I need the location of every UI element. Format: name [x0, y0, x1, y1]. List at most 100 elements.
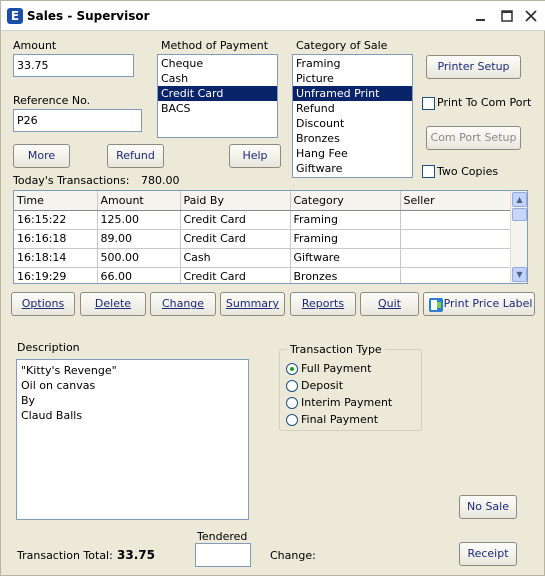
receipt-button[interactable]: Receipt — [459, 542, 517, 566]
todays-transactions-label: Today's Transactions: — [13, 174, 130, 187]
column-header[interactable]: Paid By — [180, 191, 291, 211]
table-cell: Bronzes — [290, 267, 401, 283]
transaction-type-radio[interactable] — [286, 380, 298, 392]
table-cell: Credit Card — [180, 229, 291, 249]
summary-button-label: Summary — [225, 297, 280, 310]
transaction-total-value: 33.75 — [117, 548, 155, 562]
transaction-type-radio[interactable] — [286, 363, 298, 375]
tendered-field[interactable] — [195, 543, 251, 567]
table-cell: 16:19:29 — [14, 267, 98, 283]
table-cell: 500.00 — [97, 248, 181, 268]
table-cell: Credit Card — [180, 210, 291, 230]
options-button-label: Options — [21, 297, 65, 310]
category-option[interactable]: Discount — [293, 116, 412, 131]
transactions-grid[interactable]: Time Amount Paid By Category Seller 16:15:22… — [13, 190, 528, 284]
payment-method-label: Method of Payment — [161, 39, 269, 52]
close-icon[interactable] — [523, 8, 539, 24]
table-cell: 16:18:14 — [14, 248, 98, 268]
sales-window: E Sales - Supervisor Amount 33.75 Refere… — [0, 0, 545, 576]
table-cell: 66.00 — [97, 267, 181, 283]
category-option[interactable]: Framing — [293, 56, 412, 71]
payment-method-list[interactable]: Cheque Cash Credit Card BACS — [157, 54, 278, 138]
table-row[interactable]: 16:19:29 66.00 Credit Card Bronzes — [14, 267, 512, 283]
table-row[interactable]: 16:16:18 89.00 Credit Card Framing — [14, 229, 512, 249]
change-label: Change: — [270, 549, 316, 562]
transaction-type-option-label: Interim Payment — [301, 396, 393, 409]
table-cell: Credit Card — [180, 267, 291, 283]
table-cell: Cash — [180, 248, 291, 268]
reports-button[interactable]: Reports — [290, 292, 356, 316]
no-sale-button[interactable]: No Sale — [459, 495, 517, 519]
column-header[interactable]: Amount — [97, 191, 181, 211]
delete-button[interactable]: Delete — [80, 292, 146, 316]
column-header[interactable]: Category — [290, 191, 401, 211]
options-button[interactable]: Options — [11, 292, 75, 316]
todays-transactions-total: 780.00 — [141, 174, 180, 187]
two-copies-label: Two Copies — [437, 165, 499, 178]
table-row[interactable]: 16:15:22 125.00 Credit Card Framing — [14, 210, 512, 230]
table-row[interactable]: 16:18:14 500.00 Cash Giftware — [14, 248, 512, 268]
amount-field[interactable]: 33.75 — [13, 54, 134, 77]
title-bar[interactable]: E Sales - Supervisor — [1, 1, 545, 31]
payment-method-option[interactable]: Credit Card — [158, 86, 277, 101]
category-list[interactable]: Framing Picture Unframed Print Refund Discou… — [292, 54, 413, 178]
print-label-icon — [429, 298, 443, 312]
transactions-table: Time Amount Paid By Category Seller 16:15:22… — [14, 191, 512, 283]
com-port-setup-button[interactable]: Com Port Setup — [426, 126, 521, 150]
category-option[interactable]: Refund — [293, 101, 412, 116]
two-copies-checkbox[interactable] — [422, 165, 435, 178]
more-button[interactable]: More — [13, 144, 70, 168]
description-line: Claud Balls — [21, 409, 83, 422]
payment-method-option[interactable]: Cash — [158, 71, 277, 86]
change-button-label: Change — [161, 297, 205, 310]
column-header[interactable]: Seller — [400, 191, 512, 211]
summary-button[interactable]: Summary — [220, 292, 285, 316]
table-cell — [400, 229, 512, 249]
app-icon: E — [7, 8, 23, 24]
transaction-type-radio[interactable] — [286, 414, 298, 426]
table-cell: 16:15:22 — [14, 210, 98, 230]
amount-label: Amount — [13, 39, 57, 52]
table-cell — [400, 267, 512, 283]
category-label: Category of Sale — [296, 39, 388, 52]
quit-button[interactable]: Quit — [360, 292, 419, 316]
change-button[interactable]: Change — [150, 292, 216, 316]
category-option[interactable]: Bronzes — [293, 131, 412, 146]
column-header[interactable]: Time — [14, 191, 98, 211]
delete-button-label: Delete — [94, 297, 132, 310]
transaction-type-radio[interactable] — [286, 397, 298, 409]
table-cell: 125.00 — [97, 210, 181, 230]
description-label: Description — [17, 341, 80, 354]
reference-field[interactable]: P26 — [13, 109, 142, 132]
transaction-type-option-label: Full Payment — [301, 362, 372, 375]
maximize-icon[interactable] — [499, 8, 515, 24]
transactions-scrollbar[interactable]: ▲ ▼ — [510, 191, 527, 283]
description-textarea[interactable]: "Kitty's Revenge" Oil on canvas By Claud Ba… — [16, 359, 249, 520]
table-cell — [400, 248, 512, 268]
table-cell: 89.00 — [97, 229, 181, 249]
scroll-down-icon[interactable]: ▼ — [512, 267, 527, 282]
table-cell: Giftware — [290, 248, 401, 268]
reference-label: Reference No. — [13, 94, 91, 107]
scroll-up-icon[interactable]: ▲ — [512, 192, 527, 207]
print-price-label-button[interactable]: Print Price Label — [423, 292, 535, 316]
category-option[interactable]: Giftware — [293, 161, 412, 176]
description-line: "Kitty's Revenge" — [21, 364, 117, 377]
quit-button-label: Quit — [378, 297, 401, 310]
print-to-com-port-label: Print To Com Port — [437, 96, 532, 109]
print-to-com-port-checkbox[interactable] — [422, 97, 435, 110]
payment-method-option[interactable]: BACS — [158, 101, 277, 116]
category-option[interactable]: Hang Fee — [293, 146, 412, 161]
minimize-icon[interactable] — [473, 8, 489, 24]
table-cell: Framing — [290, 210, 401, 230]
help-button[interactable]: Help — [229, 144, 281, 168]
category-option[interactable]: Picture — [293, 71, 412, 86]
printer-setup-button[interactable]: Printer Setup — [426, 55, 521, 79]
scroll-thumb[interactable] — [512, 208, 527, 221]
window-title: Sales - Supervisor — [27, 9, 150, 23]
payment-method-option[interactable]: Cheque — [158, 56, 277, 71]
table-cell: Framing — [290, 229, 401, 249]
category-option[interactable]: Unframed Print — [293, 86, 412, 101]
refund-button[interactable]: Refund — [107, 144, 164, 168]
table-cell: 16:16:18 — [14, 229, 98, 249]
